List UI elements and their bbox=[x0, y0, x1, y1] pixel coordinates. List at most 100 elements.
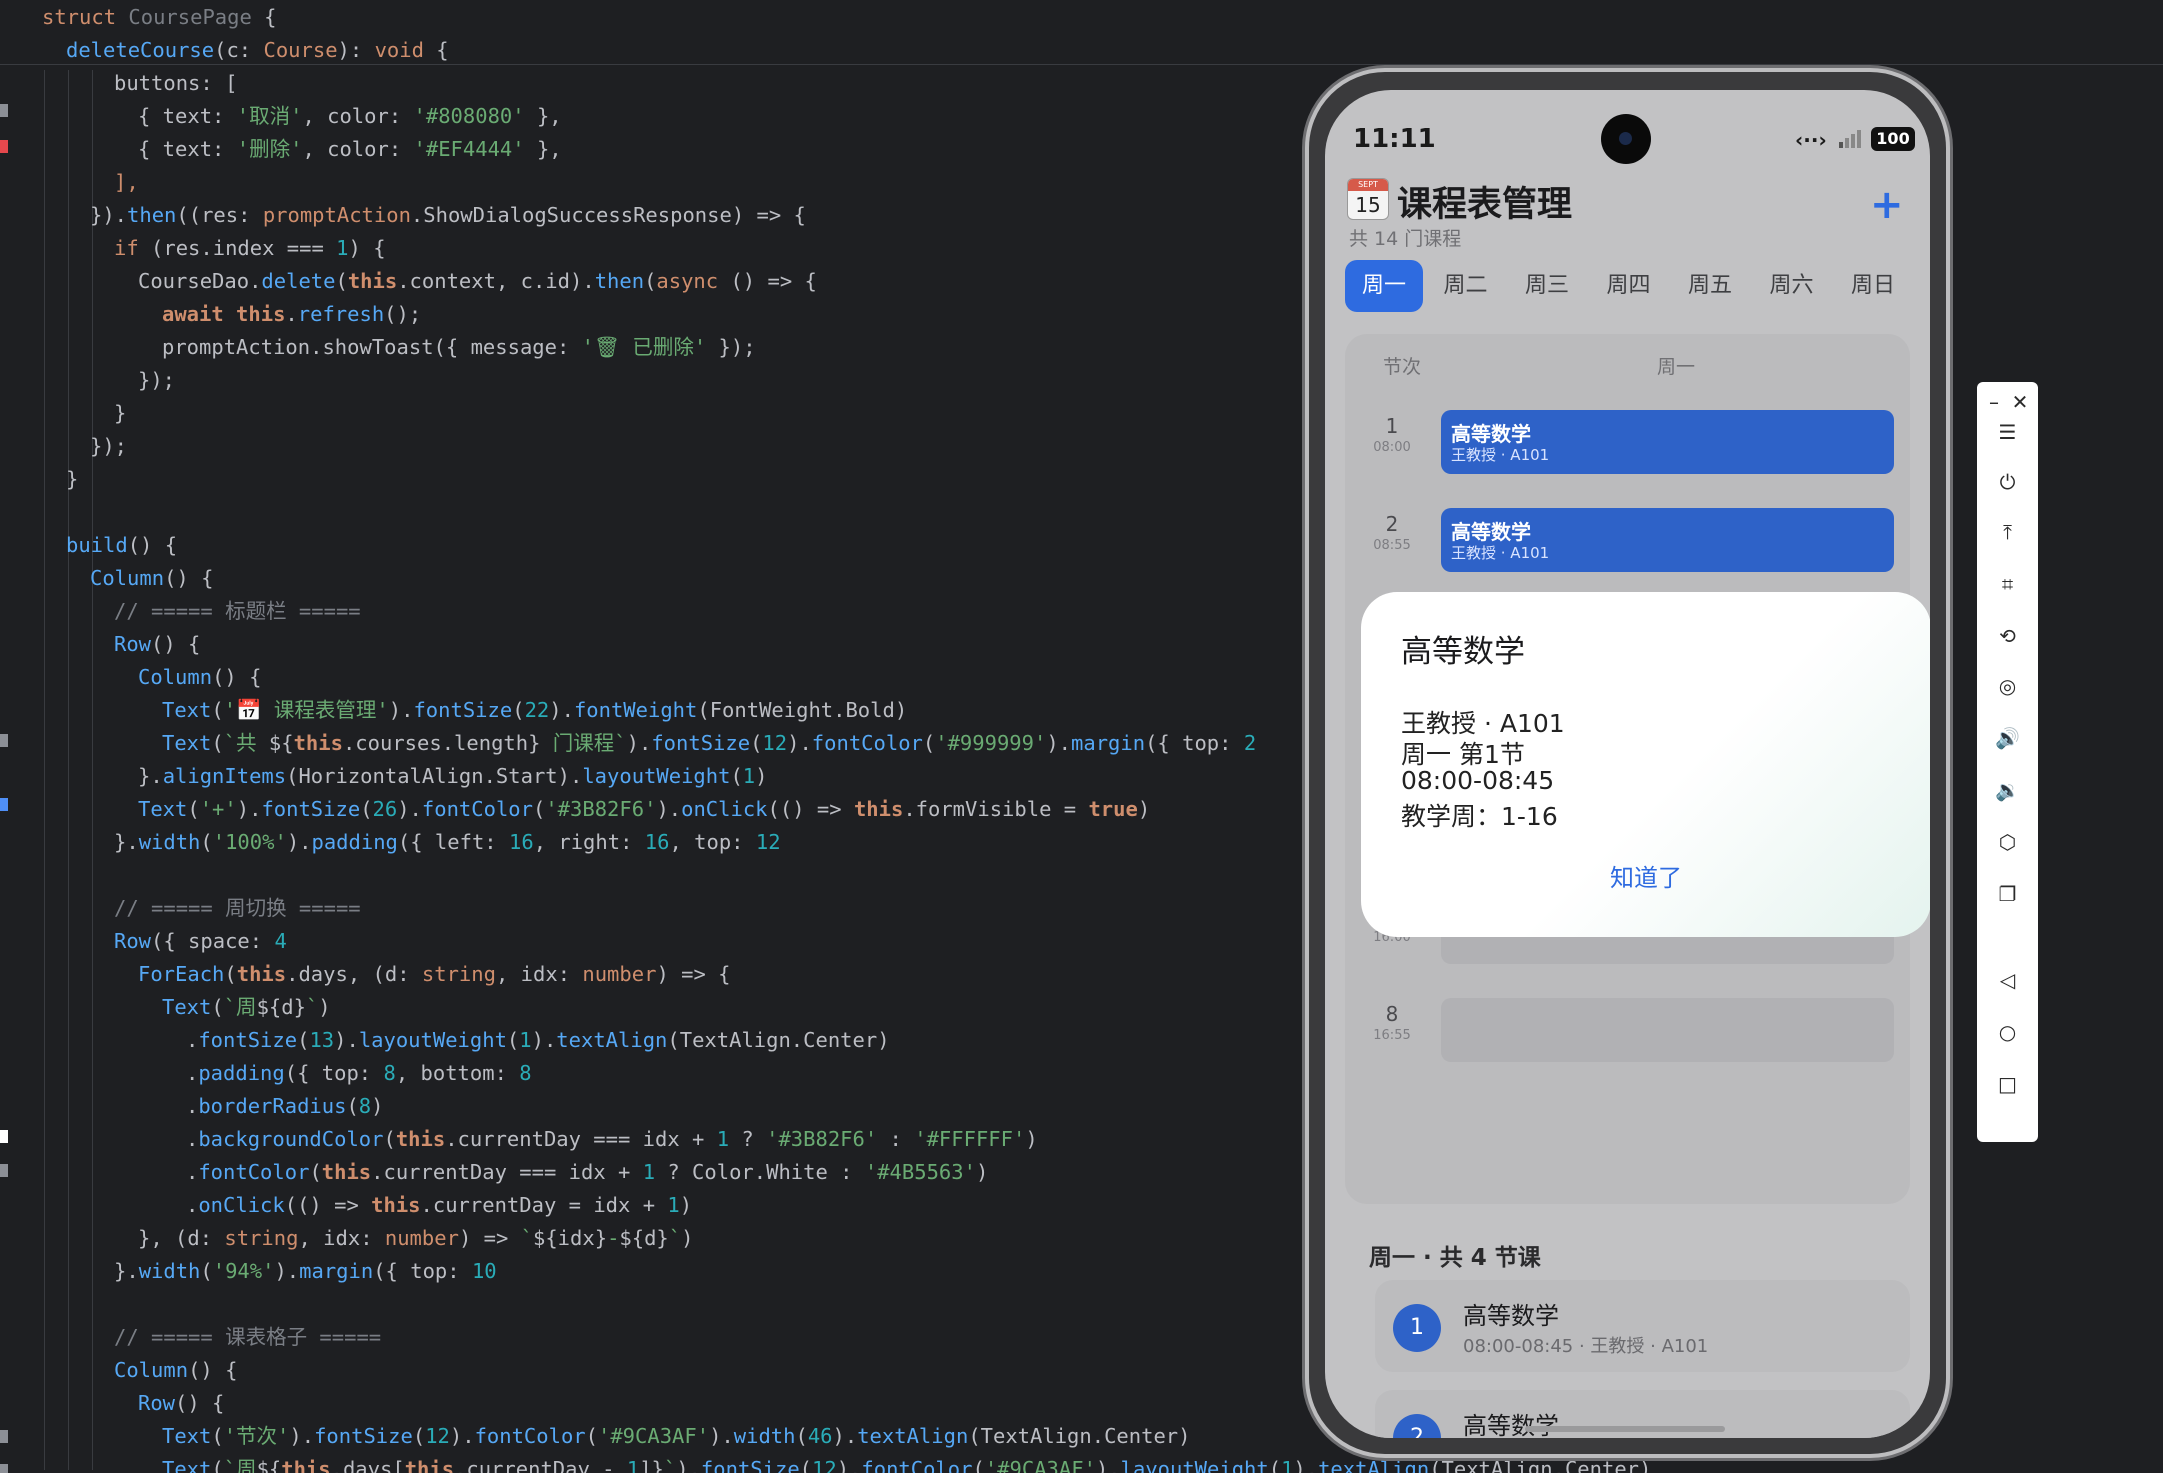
code-token: 46 bbox=[807, 1424, 833, 1448]
code-token: .currentDay = idx + bbox=[420, 1193, 668, 1217]
recents-icon[interactable]: □ bbox=[1977, 1064, 2038, 1104]
schedule-row: 2 08:55 高等数学 王教授 · A101 bbox=[1345, 504, 1910, 576]
summary-index-badge: 2 bbox=[1393, 1414, 1441, 1438]
code-token: then bbox=[127, 203, 177, 227]
code-token: . bbox=[186, 1193, 199, 1217]
code-token: ) bbox=[681, 1226, 694, 1250]
code-token: Column bbox=[114, 1358, 189, 1382]
code-token: 8 bbox=[383, 1061, 396, 1085]
code-token: '删除' bbox=[236, 137, 303, 161]
code-token: ({ top: bbox=[373, 1259, 472, 1283]
code-token: `周 bbox=[223, 995, 257, 1019]
code-token: (res.index === bbox=[151, 236, 337, 260]
code-line: buttons: [ bbox=[114, 67, 237, 100]
gutter-marker bbox=[0, 1164, 8, 1177]
code-token: 1 bbox=[336, 236, 349, 260]
code-token: ( bbox=[200, 1259, 213, 1283]
home-icon[interactable]: ○ bbox=[1977, 1012, 2038, 1052]
tab-day-4[interactable]: 周四 bbox=[1590, 260, 1668, 312]
signal-bars-icon bbox=[1835, 126, 1865, 148]
code-line: .fontColor(this.currentDay === idx + 1 ?… bbox=[186, 1156, 988, 1189]
code-token: , color: bbox=[302, 104, 414, 128]
code-token: , bottom: bbox=[395, 1061, 520, 1085]
emulator-toolbar: – ✕ ☰ ⏻ ⤒ ⌗ ⟲ ◎ 🔊 🔉 ⬡ ❐ ◁ ○ □ bbox=[1977, 382, 2038, 1142]
code-line: // ===== 课表格子 ===== bbox=[114, 1321, 381, 1354]
code-token: ). bbox=[1046, 731, 1072, 755]
code-token: Text bbox=[162, 731, 212, 755]
pin-top-icon[interactable]: ⤒ bbox=[1977, 512, 2038, 552]
summary-item[interactable]: 1 高等数学 08:00-08:45 · 王教授 · A101 bbox=[1375, 1280, 1910, 1372]
tab-day-3[interactable]: 周三 bbox=[1508, 260, 1586, 312]
volume-up-icon[interactable]: 🔊 bbox=[1977, 718, 2038, 758]
sticky-header-divider bbox=[0, 64, 2163, 65]
tab-day-2[interactable]: 周二 bbox=[1427, 260, 1505, 312]
back-icon[interactable]: ◁ bbox=[1977, 960, 2038, 1000]
code-token: ). bbox=[832, 1424, 858, 1448]
page-title: 课程表管理 bbox=[1397, 185, 1573, 225]
tab-day-7[interactable]: 周日 bbox=[1834, 260, 1912, 312]
code-token: () { bbox=[188, 1358, 238, 1382]
code-token: 12 bbox=[755, 830, 781, 854]
course-cell[interactable]: 高等数学 王教授 · A101 bbox=[1441, 410, 1894, 474]
shake-icon[interactable]: ⬡ bbox=[1977, 822, 2038, 862]
gutter-marker bbox=[0, 1430, 8, 1443]
code-token: ) { bbox=[348, 236, 386, 260]
code-token: margin bbox=[1071, 731, 1146, 755]
code-token: () { bbox=[151, 632, 201, 656]
code-token: promptAction bbox=[262, 203, 411, 227]
code-token: ( bbox=[533, 797, 546, 821]
code-token: Text bbox=[162, 995, 212, 1019]
code-token: onClick bbox=[198, 1193, 285, 1217]
code-token: ${ bbox=[256, 1457, 282, 1473]
gutter-marker bbox=[0, 734, 8, 747]
rotate-icon[interactable]: ⟲ bbox=[1977, 616, 2038, 656]
code-token: fontSize bbox=[314, 1424, 413, 1448]
code-token: (() => bbox=[767, 797, 854, 821]
phone-screen[interactable]: 11:11 ‹··› 100 SEPT 15 课程表管理 共 14 门课程 + … bbox=[1325, 90, 1930, 1438]
code-token: . bbox=[186, 1028, 199, 1052]
code-token: 1 bbox=[1281, 1457, 1294, 1473]
code-token: padding bbox=[198, 1061, 285, 1085]
code-token: async bbox=[656, 269, 731, 293]
code-token: ( bbox=[512, 698, 525, 722]
code-token: ). bbox=[656, 797, 682, 821]
dialog-ok-button[interactable]: 知道了 bbox=[1361, 858, 1930, 893]
course-cell-name: 高等数学 bbox=[1451, 422, 1531, 446]
multi-device-icon[interactable]: ❐ bbox=[1977, 874, 2038, 914]
code-token: idx bbox=[520, 962, 558, 986]
network-icon: ‹··› bbox=[1795, 128, 1827, 152]
menu-icon[interactable]: ☰ bbox=[1977, 412, 2038, 452]
gutter-marker bbox=[0, 140, 8, 153]
code-token: }. bbox=[138, 764, 163, 788]
period-start-time: 08:00 bbox=[1373, 440, 1411, 455]
tab-day-1[interactable]: 周一 bbox=[1345, 260, 1423, 312]
code-token: ). bbox=[626, 731, 652, 755]
code-token: }. bbox=[114, 830, 139, 854]
code-token: buttons: [ bbox=[114, 71, 238, 95]
code-token: c bbox=[226, 38, 239, 62]
code-token: ) bbox=[975, 1160, 989, 1184]
code-token: layoutWeight bbox=[358, 1028, 507, 1052]
tab-day-5[interactable]: 周五 bbox=[1671, 260, 1749, 312]
code-token: ) bbox=[679, 1193, 693, 1217]
code-token: '#999999' bbox=[935, 731, 1047, 755]
course-cell-detail: 王教授 · A101 bbox=[1451, 544, 1550, 562]
code-token: string bbox=[224, 1226, 299, 1250]
volume-down-icon[interactable]: 🔉 bbox=[1977, 770, 2038, 810]
code-token: Text bbox=[162, 1424, 212, 1448]
summary-course-name: 高等数学 bbox=[1463, 1302, 1559, 1330]
add-course-button[interactable]: + bbox=[1870, 182, 1904, 228]
course-cell[interactable]: 高等数学 王教授 · A101 bbox=[1441, 508, 1894, 572]
course-cell[interactable] bbox=[1441, 998, 1894, 1062]
code-token: backgroundColor bbox=[198, 1127, 384, 1151]
tab-day-6[interactable]: 周六 bbox=[1753, 260, 1831, 312]
code-token: ? Color.White : bbox=[655, 1160, 865, 1184]
code-token: ( bbox=[412, 1424, 426, 1448]
period-number: 1 bbox=[1385, 414, 1399, 438]
crop-icon[interactable]: ⌗ bbox=[1977, 564, 2038, 604]
code-token: textAlign bbox=[556, 1028, 668, 1052]
code-token: 8 bbox=[358, 1094, 372, 1118]
power-icon[interactable]: ⏻ bbox=[1977, 462, 2038, 502]
code-token: { bbox=[264, 5, 277, 29]
record-icon[interactable]: ◎ bbox=[1977, 666, 2038, 706]
